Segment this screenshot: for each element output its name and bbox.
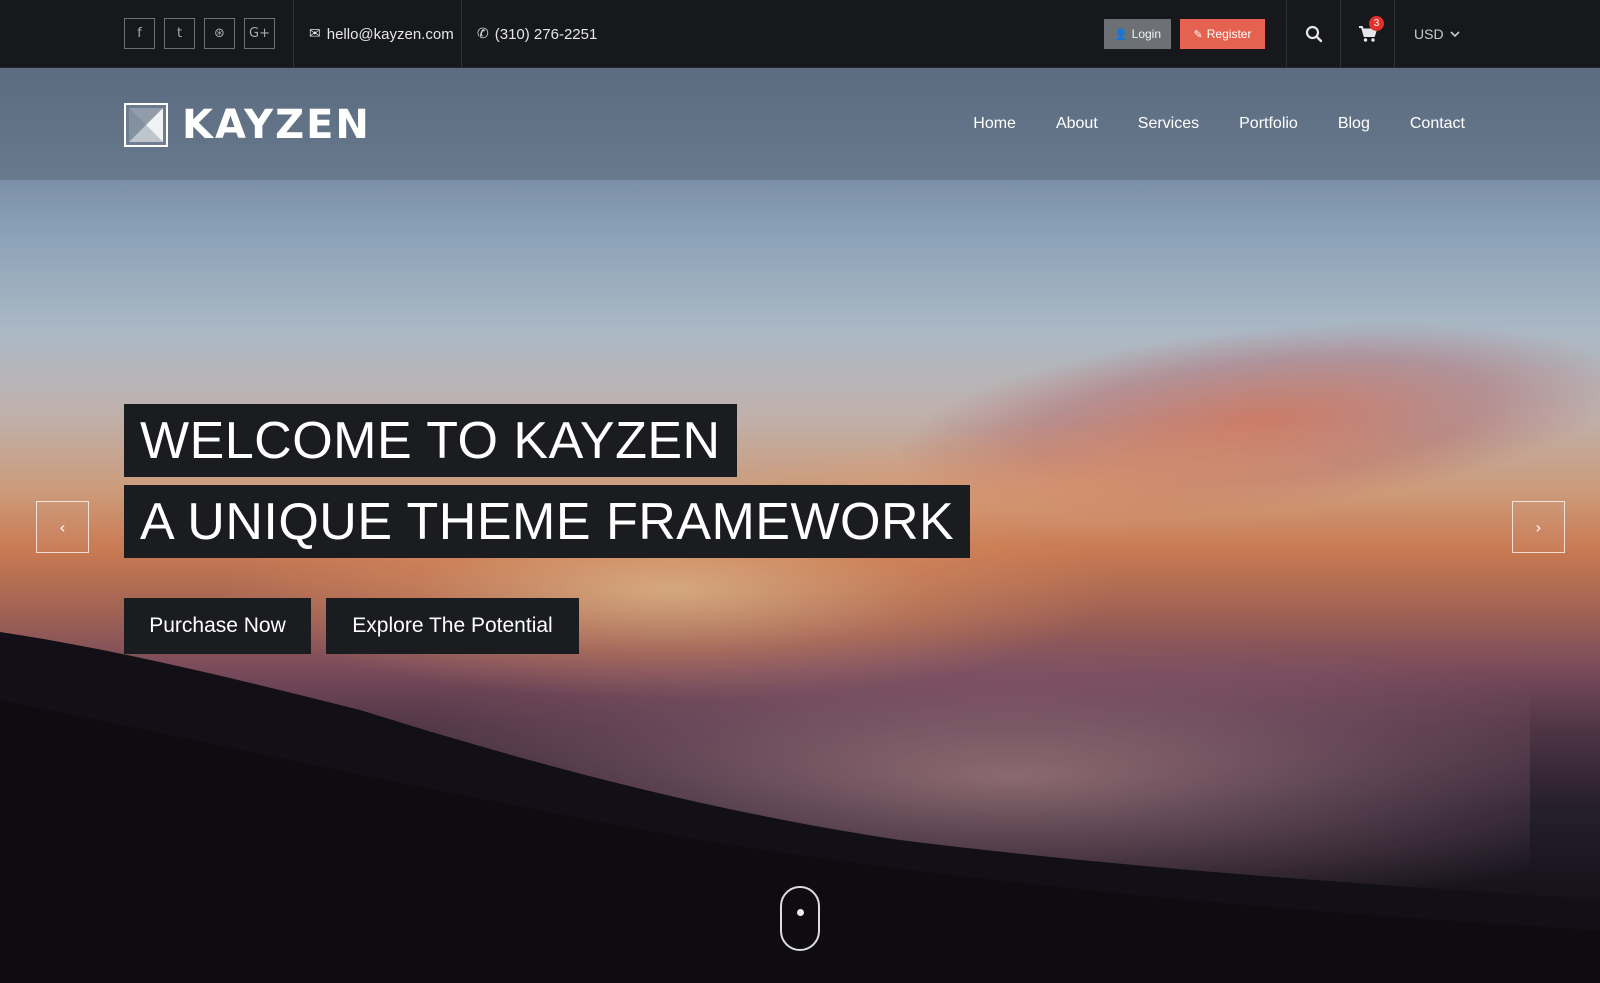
divider bbox=[1394, 0, 1395, 68]
hero-headline-line1: WELCOME TO KAYZEN bbox=[124, 404, 737, 477]
explore-potential-button[interactable]: Explore The Potential bbox=[326, 598, 579, 654]
cart-count-badge: 3 bbox=[1369, 16, 1384, 31]
nav-services[interactable]: Services bbox=[1138, 115, 1199, 133]
logo-mark-icon bbox=[124, 103, 168, 147]
divider bbox=[293, 0, 294, 68]
email-contact[interactable]: ✉ hello@kayzen.com bbox=[309, 0, 454, 68]
nav-portfolio[interactable]: Portfolio bbox=[1239, 115, 1298, 133]
chevron-right-icon: › bbox=[1535, 517, 1542, 537]
user-icon: 👤 bbox=[1113, 27, 1128, 41]
search-button[interactable] bbox=[1287, 0, 1340, 68]
envelope-icon: ✉ bbox=[309, 26, 321, 42]
brand-logo[interactable]: KAYZEN bbox=[124, 102, 371, 148]
chevron-down-icon bbox=[1449, 30, 1460, 37]
hero-headline-line2: A UNIQUE THEME FRAMEWORK bbox=[124, 485, 971, 558]
nav-home[interactable]: Home bbox=[973, 115, 1016, 133]
nav-contact[interactable]: Contact bbox=[1410, 115, 1465, 133]
dribbble-icon[interactable]: ⊛ bbox=[204, 18, 235, 49]
register-button[interactable]: ✎ Register bbox=[1180, 19, 1265, 49]
facebook-icon[interactable]: f bbox=[124, 18, 155, 49]
phone-contact[interactable]: ✆ (310) 276-2251 bbox=[477, 0, 597, 68]
cart-button[interactable]: 3 bbox=[1341, 0, 1394, 68]
divider bbox=[461, 0, 462, 68]
topbar: f t ⊛ G+ ✉ hello@kayzen.com ✆ (310) 276-… bbox=[0, 0, 1600, 68]
mouse-wheel-dot bbox=[797, 909, 804, 916]
register-label: Register bbox=[1206, 27, 1252, 41]
login-button[interactable]: 👤 Login bbox=[1104, 19, 1171, 49]
email-text: hello@kayzen.com bbox=[326, 25, 454, 43]
currency-selector[interactable]: USD bbox=[1414, 0, 1460, 68]
google-plus-icon[interactable]: G+ bbox=[244, 18, 275, 49]
primary-nav: Home About Services Portfolio Blog Conta… bbox=[973, 68, 1465, 180]
social-links: f t ⊛ G+ bbox=[124, 18, 275, 49]
slider-next-button[interactable]: › bbox=[1512, 501, 1565, 553]
nav-about[interactable]: About bbox=[1056, 115, 1098, 133]
phone-text: (310) 276-2251 bbox=[494, 25, 598, 43]
chevron-left-icon: ‹ bbox=[59, 517, 66, 537]
slider-prev-button[interactable]: ‹ bbox=[36, 501, 89, 553]
scroll-down-indicator[interactable] bbox=[780, 886, 820, 951]
phone-icon: ✆ bbox=[477, 26, 489, 42]
edit-icon: ✎ bbox=[1193, 27, 1203, 41]
nav-blog[interactable]: Blog bbox=[1338, 115, 1370, 133]
brand-name: KAYZEN bbox=[182, 102, 371, 148]
login-label: Login bbox=[1131, 27, 1162, 41]
currency-label: USD bbox=[1414, 26, 1444, 42]
main-navbar: KAYZEN Home About Services Portfolio Blo… bbox=[0, 68, 1600, 180]
search-icon bbox=[1305, 25, 1322, 43]
purchase-now-button[interactable]: Purchase Now bbox=[124, 598, 311, 654]
twitter-icon[interactable]: t bbox=[164, 18, 195, 49]
